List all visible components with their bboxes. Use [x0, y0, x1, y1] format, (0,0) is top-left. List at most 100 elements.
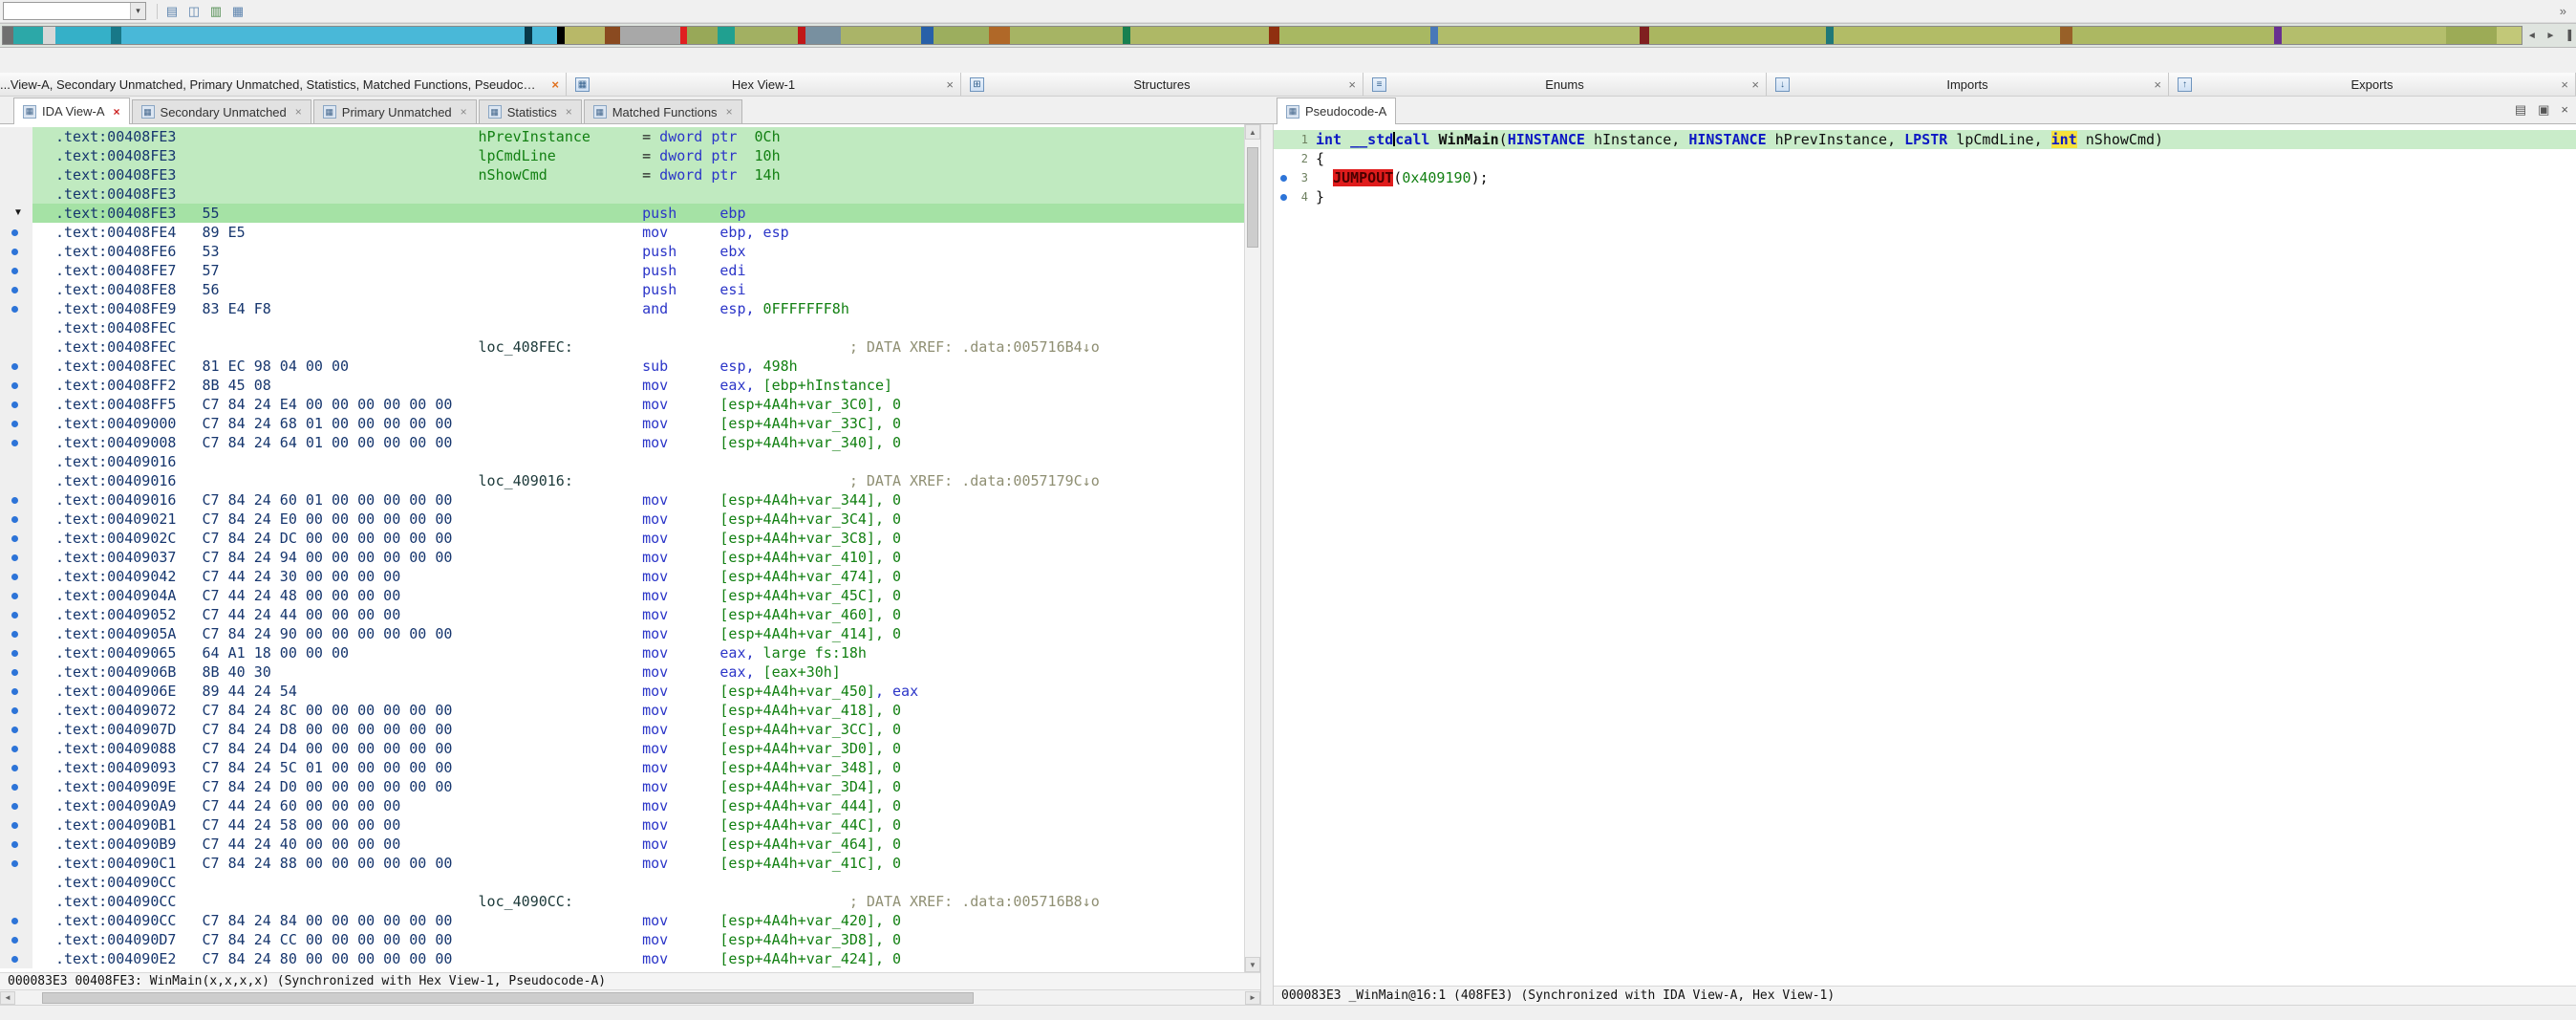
disasm-row[interactable]: .text:004090E2 C7 84 24 80 00 00 00 00 0…	[0, 949, 1260, 968]
disasm-row[interactable]: .text:00408FE9 83 E4 F8 and esp, 0FFFFFF…	[0, 299, 1260, 318]
disasm-row[interactable]: .text:00409052 C7 44 24 44 00 00 00 00 m…	[0, 605, 1260, 624]
pseudocode-line[interactable]: 2{	[1274, 149, 2576, 168]
disassembly-view[interactable]: .text:00408FE3 hPrevInstance = dword ptr…	[0, 124, 1260, 972]
disasm-row[interactable]: .text:004090A9 C7 44 24 60 00 00 00 00 m…	[0, 796, 1260, 815]
panel-caption-exports[interactable]: ↑Exports×	[2169, 73, 2576, 96]
disasm-row[interactable]: .text:00409021 C7 84 24 E0 00 00 00 00 0…	[0, 510, 1260, 529]
combo-dropdown-icon[interactable]: ▾	[130, 3, 145, 19]
disasm-row[interactable]: .text:00408FF5 C7 84 24 E4 00 00 00 00 0…	[0, 395, 1260, 414]
disasm-row[interactable]: .text:00409037 C7 84 24 94 00 00 00 00 0…	[0, 548, 1260, 567]
disasm-row[interactable]: .text:00408FE3 hPrevInstance = dword ptr…	[0, 127, 1260, 146]
tab-ida-view-a[interactable]: ▦IDA View-A×	[13, 98, 130, 124]
close-icon[interactable]: ×	[726, 105, 733, 119]
sync-views-icon[interactable]: ▦	[228, 2, 247, 21]
nav-scroll-left-icon[interactable]: ◄	[2527, 31, 2537, 41]
disasm-row[interactable]: .text:00408FE7 57 push edi	[0, 261, 1260, 280]
window-list-icon[interactable]: ▤	[162, 2, 182, 21]
scrollbar-track[interactable]	[1245, 140, 1260, 957]
close-icon[interactable]: ×	[566, 105, 572, 119]
token-bytes: C7 44 24 58 00 00 00 00	[203, 816, 401, 834]
close-icon[interactable]: ×	[1751, 77, 1759, 92]
pseudocode-line[interactable]: 3 JUMPOUT(0x409190);	[1274, 168, 2576, 187]
disasm-row[interactable]: .text:00408FE3 nShowCmd = dword ptr 14h	[0, 165, 1260, 184]
disasm-row[interactable]: .text:004090B9 C7 44 24 40 00 00 00 00 m…	[0, 835, 1260, 854]
disasm-row[interactable]: .text:0040909E C7 84 24 D0 00 00 00 00 0…	[0, 777, 1260, 796]
close-icon[interactable]: ×	[295, 105, 302, 119]
scroll-right-icon[interactable]: ►	[1245, 991, 1260, 1005]
horizontal-scrollbar[interactable]: ◄ ►	[0, 989, 1260, 1005]
disasm-row[interactable]: .text:0040905A C7 84 24 90 00 00 00 00 0…	[0, 624, 1260, 643]
vertical-scrollbar[interactable]: ▲ ▼	[1244, 124, 1260, 972]
tab-primary-unmatched[interactable]: ▦Primary Unmatched×	[313, 99, 477, 123]
disasm-row[interactable]: .text:0040902C C7 84 24 DC 00 00 00 00 0…	[0, 529, 1260, 548]
close-icon[interactable]: ×	[2154, 77, 2161, 92]
disasm-row[interactable]: .text:00409093 C7 84 24 5C 01 00 00 00 0…	[0, 758, 1260, 777]
disasm-row[interactable]: .text:0040906E 89 44 24 54 mov [esp+4A4h…	[0, 682, 1260, 701]
disasm-row[interactable]: .text:00408FEC	[0, 318, 1260, 337]
close-icon[interactable]: ×	[2561, 77, 2568, 92]
disasm-row[interactable]: .text:00409088 C7 84 24 D4 00 00 00 00 0…	[0, 739, 1260, 758]
disasm-row[interactable]: .text:00409016 loc_409016: ; DATA XREF: …	[0, 471, 1260, 490]
disasm-row[interactable]: .text:00409016 C7 84 24 60 01 00 00 00 0…	[0, 490, 1260, 510]
disasm-row[interactable]: .text:00409000 C7 84 24 68 01 00 00 00 0…	[0, 414, 1260, 433]
disasm-row[interactable]: .text:00408FEC 81 EC 98 04 00 00 sub esp…	[0, 357, 1260, 376]
panel-caption-imports[interactable]: ↓Imports×	[1767, 73, 2169, 96]
window-float-icon[interactable]: ▣	[2538, 102, 2549, 118]
close-icon[interactable]: ×	[551, 77, 559, 92]
nav-scroll-right-icon[interactable]: ►	[2545, 31, 2555, 41]
disasm-row[interactable]: .text:004090CC loc_4090CC: ; DATA XREF: …	[0, 892, 1260, 911]
tab-pseudocode-a[interactable]: ▦ Pseudocode-A	[1277, 98, 1396, 124]
panel-caption-structures[interactable]: ⊞Structures×	[961, 73, 1363, 96]
disasm-row[interactable]: .text:00409065 64 A1 18 00 00 00 mov eax…	[0, 643, 1260, 662]
scroll-left-icon[interactable]: ◄	[0, 991, 15, 1005]
disasm-row[interactable]: .text:0040906B 8B 40 30 mov eax, [eax+30…	[0, 662, 1260, 682]
pseudocode-line[interactable]: 4}	[1274, 187, 2576, 206]
nav-handle-icon[interactable]: ▐	[2565, 31, 2571, 41]
close-icon[interactable]: ×	[114, 105, 120, 119]
close-icon[interactable]: ×	[946, 77, 954, 92]
pseudocode-view[interactable]: 1int __stdcall WinMain(HINSTANCE hInstan…	[1274, 124, 2576, 986]
disasm-row[interactable]: .text:00408FE6 53 push ebx	[0, 242, 1260, 261]
scrollbar-thumb[interactable]	[1247, 147, 1258, 248]
navband-segment	[2497, 27, 2522, 44]
disasm-row[interactable]: .text:004090CC	[0, 873, 1260, 892]
disasm-row[interactable]: .text:00408FE3 lpCmdLine = dword ptr 10h	[0, 146, 1260, 165]
disasm-row[interactable]: .text:004090B1 C7 44 24 58 00 00 00 00 m…	[0, 815, 1260, 835]
close-icon[interactable]: ×	[1348, 77, 1356, 92]
graph-view-icon[interactable]: ◫	[184, 2, 204, 21]
hscrollbar-thumb[interactable]	[42, 992, 974, 1004]
disasm-row[interactable]: .text:00408FE8 56 push esi	[0, 280, 1260, 299]
toolbar-combo[interactable]: ▾	[3, 2, 146, 20]
disasm-row[interactable]: .text:00409072 C7 84 24 8C 00 00 00 00 0…	[0, 701, 1260, 720]
panel-caption-enums[interactable]: ≡Enums×	[1363, 73, 1767, 96]
window-close-icon[interactable]: ×	[2561, 102, 2568, 118]
disasm-row[interactable]: .text:004090CC C7 84 24 84 00 00 00 00 0…	[0, 911, 1260, 930]
tab-matched-functions[interactable]: ▦Matched Functions×	[584, 99, 742, 123]
disasm-row[interactable]: .text:00409042 C7 44 24 30 00 00 00 00 m…	[0, 567, 1260, 586]
disasm-row[interactable]: .text:00409008 C7 84 24 64 01 00 00 00 0…	[0, 433, 1260, 452]
text-view-icon[interactable]: ▥	[206, 2, 225, 21]
disasm-row[interactable]: .text:0040904A C7 44 24 48 00 00 00 00 m…	[0, 586, 1260, 605]
navigator-band[interactable]: ◄ ► ▐	[0, 23, 2576, 48]
scroll-down-icon[interactable]: ▼	[1245, 957, 1260, 972]
disasm-row[interactable]: .text:00408FE4 89 E5 mov ebp, esp	[0, 223, 1260, 242]
disasm-row[interactable]: .text:0040907D C7 84 24 D8 00 00 00 00 0…	[0, 720, 1260, 739]
disasm-row[interactable]: .text:00409016	[0, 452, 1260, 471]
panel-splitter[interactable]	[1261, 124, 1273, 1005]
panel-caption-tab-group[interactable]: ...View-A, Secondary Unmatched, Primary …	[0, 73, 567, 96]
window-menu-icon[interactable]: ▤	[2515, 102, 2526, 118]
disasm-row[interactable]: .text:004090C1 C7 84 24 88 00 00 00 00 0…	[0, 854, 1260, 873]
tab-secondary-unmatched[interactable]: ▦Secondary Unmatched×	[132, 99, 311, 123]
toolbar-overflow-icon[interactable]: »	[2560, 4, 2566, 18]
hscrollbar-track[interactable]	[17, 992, 1243, 1004]
pseudocode-line[interactable]: 1int __stdcall WinMain(HINSTANCE hInstan…	[1274, 130, 2576, 149]
disasm-row[interactable]: .text:00408FE3	[0, 184, 1260, 204]
close-icon[interactable]: ×	[461, 105, 467, 119]
scroll-up-icon[interactable]: ▲	[1245, 124, 1260, 140]
disasm-row[interactable]: .text:00408FEC loc_408FEC: ; DATA XREF: …	[0, 337, 1260, 357]
disasm-row[interactable]: .text:004090D7 C7 84 24 CC 00 00 00 00 0…	[0, 930, 1260, 949]
tab-statistics[interactable]: ▦Statistics×	[479, 99, 582, 123]
disasm-row[interactable]: .text:00408FF2 8B 45 08 mov eax, [ebp+hI…	[0, 376, 1260, 395]
panel-caption-hex-view[interactable]: ▦Hex View-1×	[567, 73, 961, 96]
disasm-row[interactable]: ▼.text:00408FE3 55 push ebp	[0, 204, 1260, 223]
